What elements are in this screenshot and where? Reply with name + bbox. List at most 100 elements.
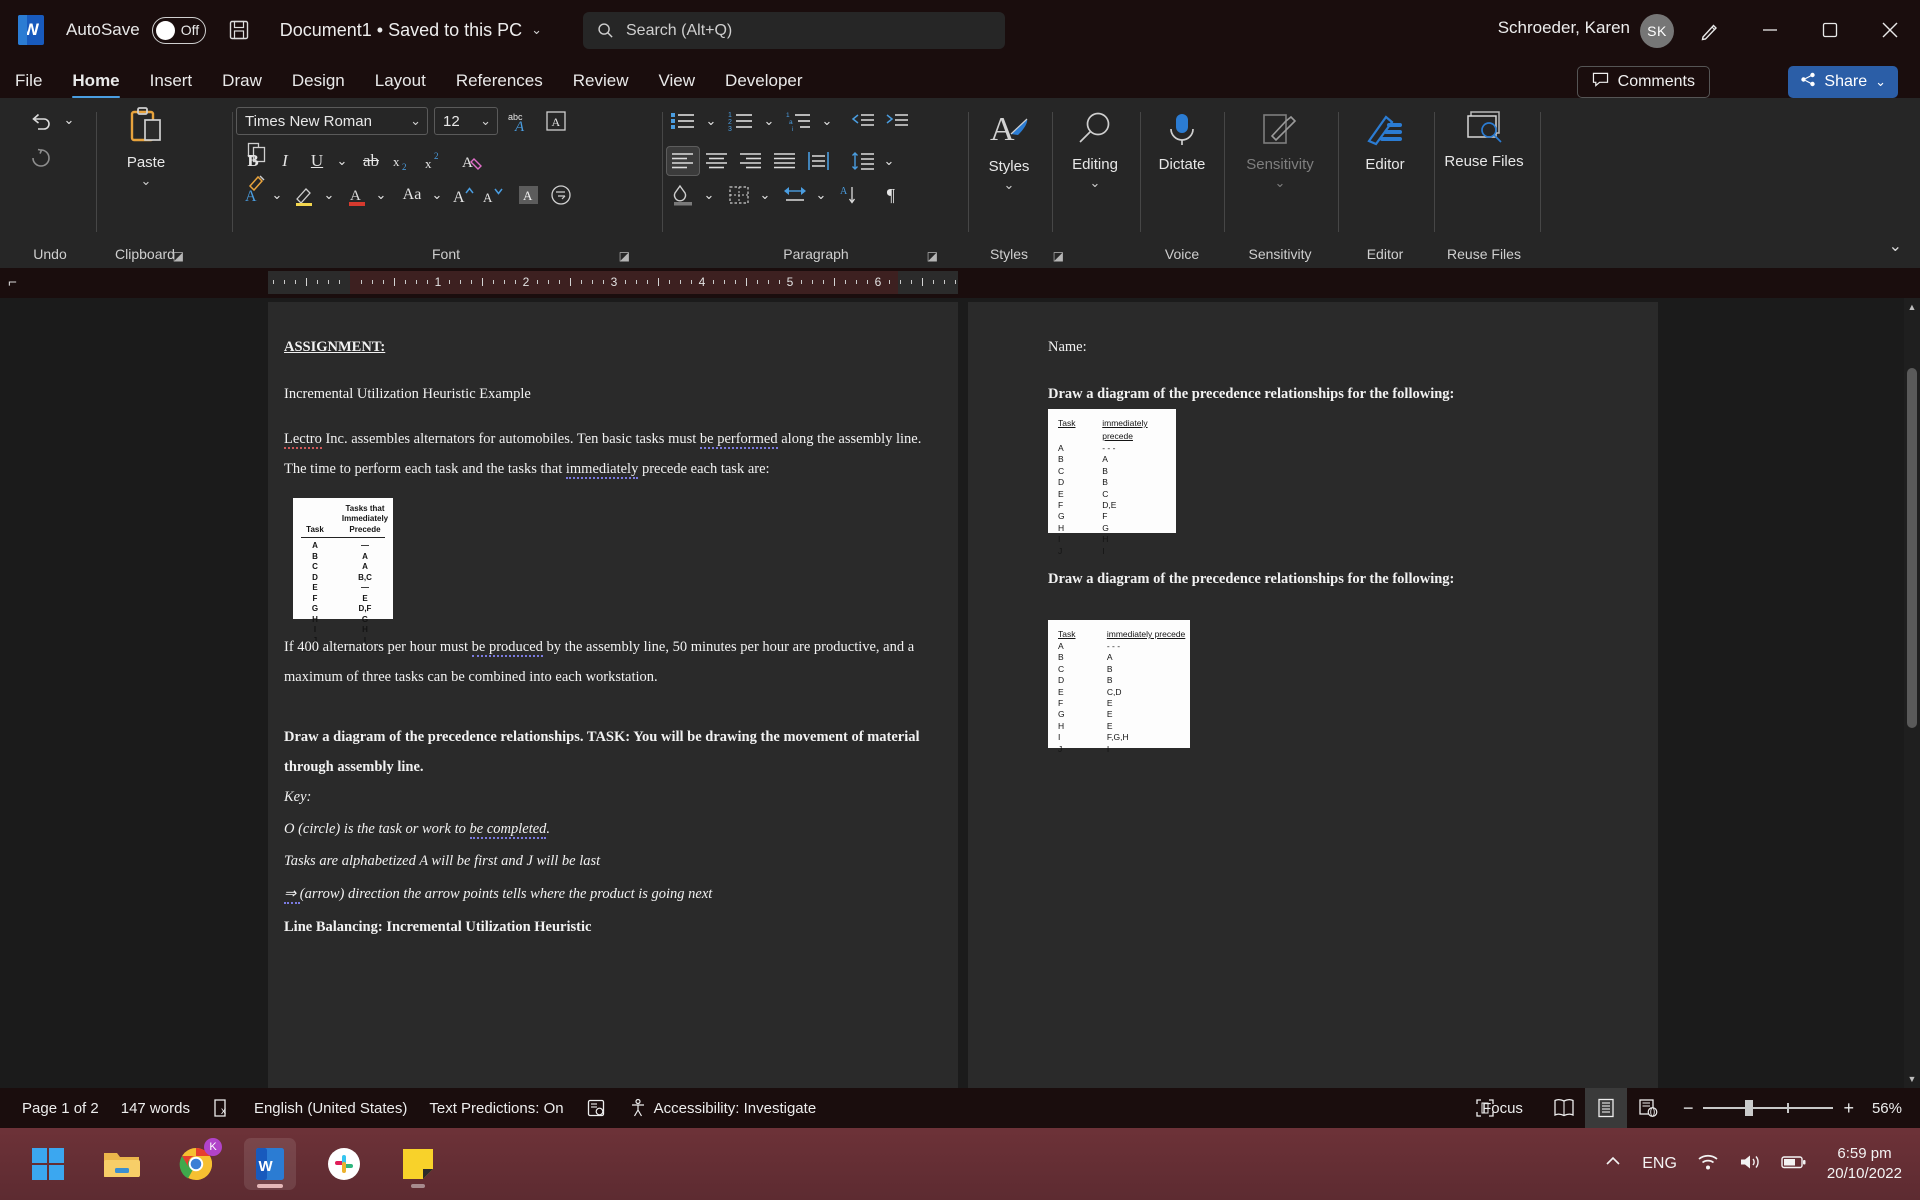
font-color-dropdown[interactable]: ⌄ — [372, 182, 390, 208]
sticky-notes-button[interactable] — [392, 1138, 444, 1190]
superscript-button[interactable]: x2 — [420, 146, 450, 176]
font-size-select[interactable]: 12 ⌄ — [434, 107, 498, 135]
text-highlight-button[interactable] — [290, 180, 320, 210]
shrink-font-button[interactable]: A — [478, 180, 508, 210]
accessibility-icon[interactable] — [628, 1098, 648, 1118]
accessibility-status[interactable]: Accessibility: Investigate — [654, 1100, 817, 1117]
font-color-button[interactable]: A — [342, 180, 372, 210]
word-count[interactable]: 147 words — [121, 1100, 190, 1117]
page-1[interactable]: ASSIGNMENT: Incremental Utilization Heur… — [268, 302, 958, 1088]
tab-file[interactable]: File — [0, 71, 57, 98]
precedence-table-image-3[interactable]: Task immediately precede A- - - B A C B D B E C,… — [1048, 620, 1190, 754]
styles-button[interactable]: A Styles ⌄ — [978, 110, 1040, 193]
subscript-button[interactable]: x2 — [388, 146, 418, 176]
font-family-select[interactable]: Times New Roman ⌄ — [236, 107, 428, 135]
change-case-button[interactable]: abc A — [504, 106, 536, 136]
change-case-chevron[interactable]: ⌄ — [428, 182, 446, 208]
close-button[interactable] — [1860, 0, 1920, 60]
pen-icon[interactable] — [1680, 0, 1740, 60]
comments-button[interactable]: Comments — [1576, 66, 1710, 98]
microsoft-word-button[interactable]: W — [244, 1138, 296, 1190]
google-chrome-button[interactable]: K — [170, 1138, 222, 1190]
italic-button[interactable]: I — [270, 146, 300, 176]
tab-draw[interactable]: Draw — [207, 71, 277, 98]
zoom-slider[interactable] — [1703, 1100, 1834, 1116]
reuse-files-button[interactable]: Reuse Files — [1444, 108, 1524, 171]
print-layout-button[interactable] — [1584, 1088, 1627, 1128]
text-effects-dropdown[interactable]: ⌄ — [268, 182, 286, 208]
language-indicator[interactable]: ENG — [1642, 1155, 1677, 1173]
start-button[interactable] — [22, 1138, 74, 1190]
align-left-button[interactable] — [666, 146, 700, 176]
tab-view[interactable]: View — [644, 71, 711, 98]
clock[interactable]: 6:59 pm 20/10/2022 — [1827, 1144, 1902, 1184]
read-mode-button[interactable] — [1543, 1088, 1585, 1128]
numbering-dropdown[interactable]: ⌄ — [760, 108, 778, 134]
grow-font-button[interactable]: A — [448, 180, 478, 210]
page-2[interactable]: Name: Draw a diagram of the precedence r… — [968, 302, 1658, 1088]
undo-button[interactable] — [24, 106, 58, 136]
text-effects-button[interactable]: A — [238, 180, 268, 210]
justify-button[interactable] — [768, 146, 802, 176]
precedence-table-image-2[interactable]: Task immediately precede A- - -BACBDBECF… — [1048, 409, 1176, 556]
file-explorer-button[interactable] — [96, 1138, 148, 1190]
sensitivity-button[interactable]: Sensitivity ⌄ — [1234, 110, 1326, 191]
zoom-level[interactable]: 56% — [1872, 1100, 1902, 1117]
share-chevron-icon[interactable]: ⌄ — [1875, 74, 1886, 90]
tab-stop-selector[interactable]: ⌐ — [8, 274, 17, 291]
document-title[interactable]: Document1 • Saved to this PC ⌄ — [280, 20, 542, 41]
horizontal-ruler[interactable]: 1 2 3 4 5 6 — [268, 271, 958, 294]
marks-dropdown[interactable]: ⌄ — [812, 182, 830, 208]
text-predictions-icon[interactable] — [586, 1098, 606, 1118]
precedence-table-image-1[interactable]: Tasks that Immediately Task Precede A — B A… — [293, 498, 393, 652]
zoom-slider-thumb[interactable] — [1745, 1100, 1754, 1116]
styles-chevron-icon[interactable]: ⌄ — [1004, 177, 1015, 193]
paragraph-dialog-launcher[interactable]: ◪ — [927, 249, 938, 263]
avatar[interactable]: SK — [1640, 14, 1674, 48]
line-spacing-dropdown[interactable]: ⌄ — [880, 148, 898, 174]
text-effect-circle-button[interactable] — [546, 180, 576, 210]
character-shading-button[interactable]: A — [514, 180, 544, 210]
change-case-dropdown-button[interactable]: Aa — [394, 180, 430, 210]
multilevel-list-button[interactable]: 1ai — [782, 106, 818, 136]
battery-icon[interactable] — [1781, 1153, 1807, 1176]
line-spacing-button[interactable] — [846, 146, 880, 176]
focus-label[interactable]: Focus — [1482, 1100, 1523, 1117]
web-layout-button[interactable] — [1627, 1088, 1669, 1128]
language-indicator[interactable]: English (United States) — [254, 1100, 407, 1117]
text-predictions-indicator[interactable]: Text Predictions: On — [429, 1100, 563, 1117]
undo-dropdown[interactable]: ⌄ — [60, 110, 78, 130]
minimize-button[interactable] — [1740, 0, 1800, 60]
bold-button[interactable]: B — [238, 146, 268, 176]
scroll-up-icon[interactable]: ▲ — [1904, 298, 1920, 316]
increase-indent-button[interactable] — [880, 106, 914, 136]
distributed-button[interactable] — [802, 146, 836, 176]
align-center-button[interactable] — [700, 146, 734, 176]
tab-developer[interactable]: Developer — [710, 71, 818, 98]
borders-dropdown[interactable]: ⌄ — [756, 182, 774, 208]
tab-insert[interactable]: Insert — [135, 71, 208, 98]
search-input[interactable]: Search (Alt+Q) — [583, 12, 1005, 49]
slack-button[interactable] — [318, 1138, 370, 1190]
clipboard-dialog-launcher[interactable]: ◪ — [173, 249, 184, 263]
shading-dropdown[interactable]: ⌄ — [700, 182, 718, 208]
underline-button[interactable]: U — [302, 146, 332, 176]
collapse-ribbon-button[interactable]: ⌄ — [1889, 236, 1902, 256]
tab-home[interactable]: Home — [57, 71, 134, 98]
clear-formatting-button[interactable]: A — [540, 106, 572, 136]
autosave-toggle[interactable]: Off — [151, 16, 206, 44]
highlight-dropdown[interactable]: ⌄ — [320, 182, 338, 208]
zoom-in-button[interactable]: + — [1843, 1098, 1854, 1119]
strikethrough-button[interactable]: ab — [356, 146, 386, 176]
tab-layout[interactable]: Layout — [360, 71, 441, 98]
document-canvas[interactable]: ASSIGNMENT: Incremental Utilization Heur… — [0, 298, 1920, 1088]
zoom-out-button[interactable]: − — [1683, 1098, 1694, 1119]
page-indicator[interactable]: Page 1 of 2 — [22, 1100, 99, 1117]
decrease-indent-button[interactable] — [846, 106, 880, 136]
multilevel-dropdown[interactable]: ⌄ — [818, 108, 836, 134]
numbering-button[interactable]: 123 — [724, 106, 760, 136]
editing-chevron-icon[interactable]: ⌄ — [1090, 175, 1101, 191]
wifi-icon[interactable] — [1697, 1153, 1719, 1176]
save-icon[interactable] — [228, 19, 250, 41]
show-hide-marks-button[interactable] — [778, 180, 812, 210]
